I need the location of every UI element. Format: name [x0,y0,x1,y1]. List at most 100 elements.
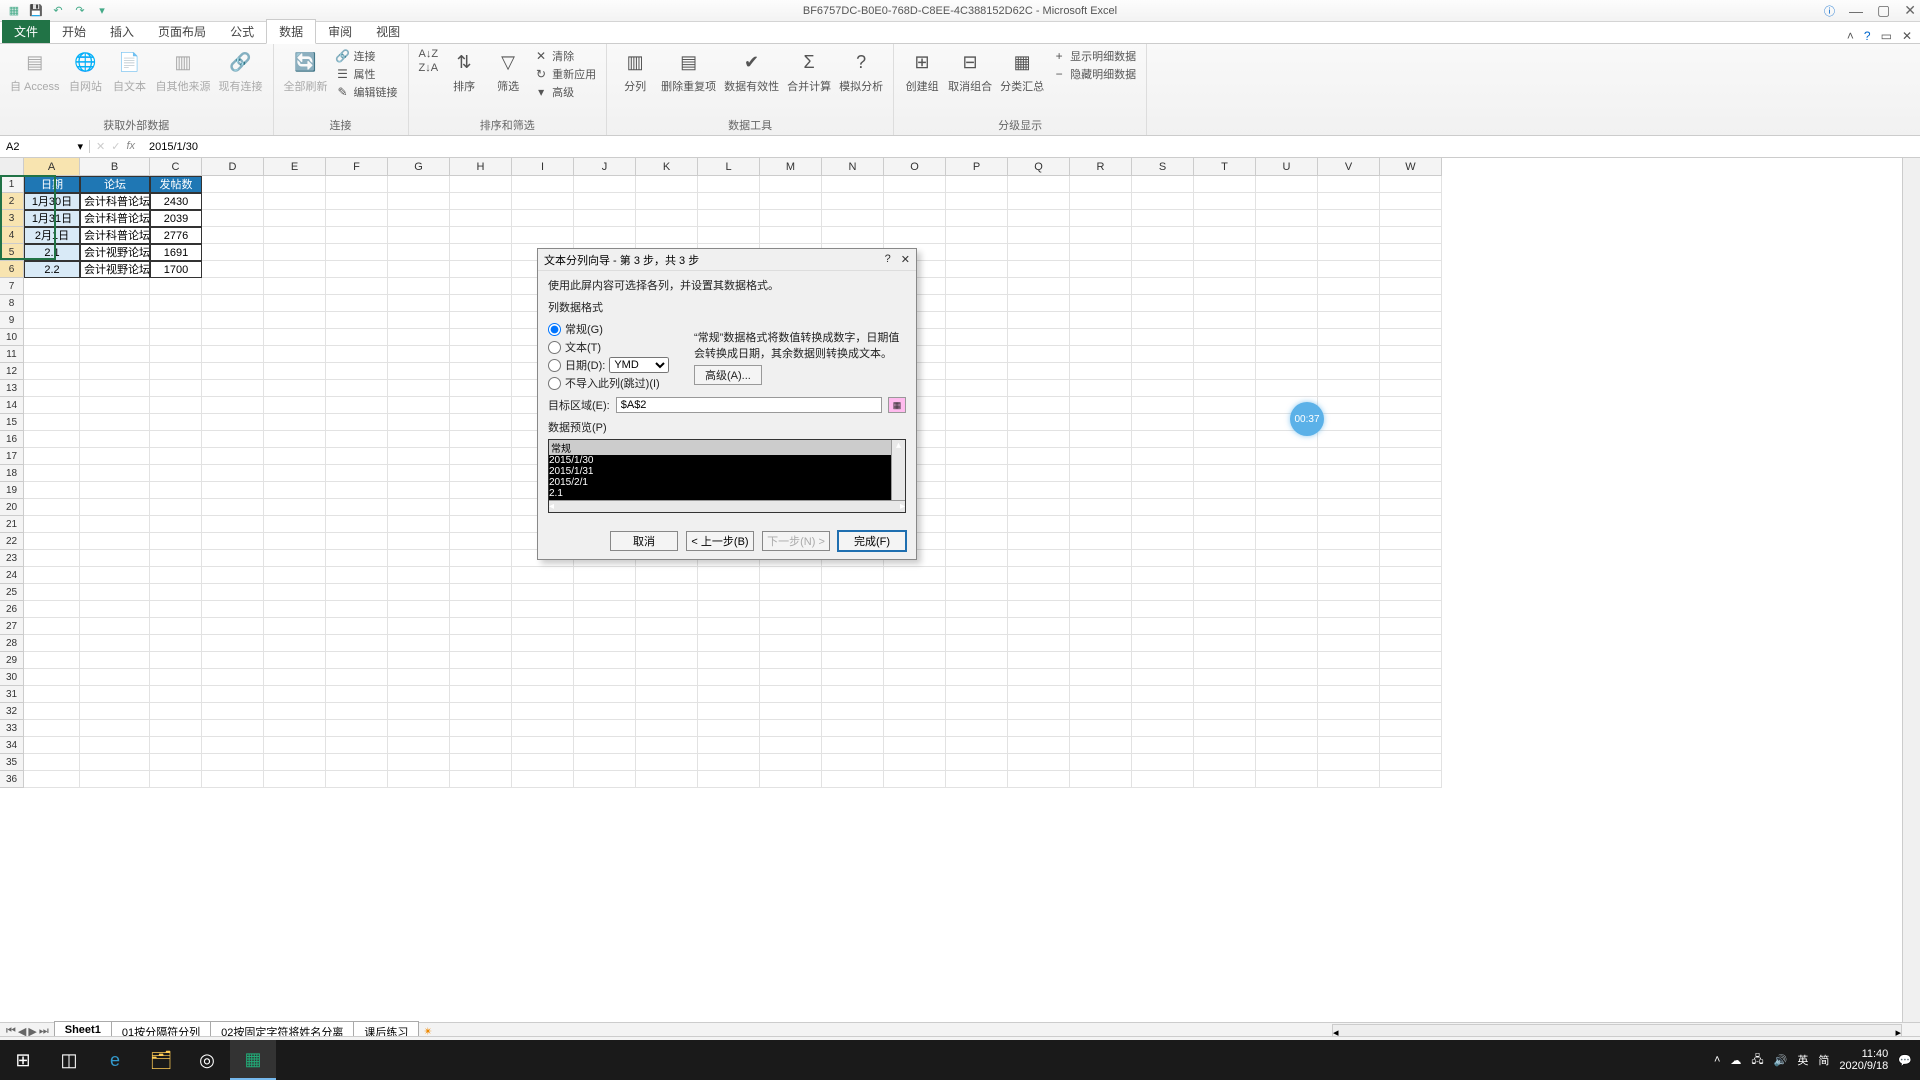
date-format-select[interactable]: YMD [609,357,669,373]
select-all-corner[interactable] [0,158,24,176]
cell[interactable] [202,312,264,329]
tray-clock[interactable]: 11:402020/9/18 [1839,1048,1888,1072]
filter-button[interactable]: ▽筛选 [490,48,526,94]
cell[interactable] [388,278,450,295]
cell[interactable] [450,414,512,431]
cell[interactable] [1318,193,1380,210]
cell[interactable] [388,363,450,380]
cell[interactable] [1256,584,1318,601]
cell[interactable] [1008,244,1070,261]
cell[interactable] [1256,499,1318,516]
cell[interactable] [264,499,326,516]
from-text-button[interactable]: 📄自文本 [112,48,148,94]
cell[interactable] [1318,669,1380,686]
cell[interactable] [1318,465,1380,482]
cell[interactable] [450,635,512,652]
cell[interactable] [574,720,636,737]
save-icon[interactable]: 💾 [28,3,44,19]
cell[interactable] [698,601,760,618]
cell[interactable] [822,686,884,703]
cell[interactable] [1132,193,1194,210]
cell[interactable] [1380,771,1442,788]
preview-hscroll[interactable]: ◂▸ [549,500,905,512]
cell[interactable] [1008,431,1070,448]
cell[interactable] [150,312,202,329]
cell[interactable] [1194,703,1256,720]
cell[interactable] [1256,618,1318,635]
cell[interactable] [1194,635,1256,652]
dialog-help-icon[interactable]: ? [885,253,891,266]
row-header[interactable]: 18 [0,465,24,482]
cell[interactable]: 会计科普论坛 [80,210,150,227]
cell[interactable] [1070,635,1132,652]
cell[interactable] [884,635,946,652]
row-header[interactable]: 17 [0,448,24,465]
row-header[interactable]: 32 [0,703,24,720]
cell[interactable] [202,516,264,533]
cell[interactable] [1132,601,1194,618]
cell[interactable] [326,737,388,754]
cell[interactable] [512,635,574,652]
cell[interactable] [946,278,1008,295]
cell[interactable] [574,584,636,601]
cell[interactable] [1318,176,1380,193]
cell[interactable] [1194,686,1256,703]
cell[interactable]: 2.1 [24,244,80,261]
cell[interactable] [1070,703,1132,720]
cell[interactable] [326,261,388,278]
cell[interactable] [264,380,326,397]
cell[interactable] [822,652,884,669]
cell[interactable] [24,567,80,584]
cell[interactable] [264,601,326,618]
cell[interactable] [264,618,326,635]
cell[interactable] [1380,431,1442,448]
cell[interactable] [388,431,450,448]
cell[interactable] [1256,363,1318,380]
name-box[interactable]: A2▾ [0,140,90,153]
cell[interactable] [202,329,264,346]
cell[interactable] [636,193,698,210]
radio-date[interactable] [548,359,561,372]
cell[interactable] [1318,754,1380,771]
cell[interactable] [698,652,760,669]
cell[interactable] [574,686,636,703]
cell[interactable] [760,618,822,635]
cell[interactable] [1132,465,1194,482]
cell[interactable] [450,312,512,329]
cell[interactable] [202,754,264,771]
cell[interactable] [1132,720,1194,737]
cell[interactable] [1256,567,1318,584]
cell[interactable] [946,601,1008,618]
cell[interactable] [1070,295,1132,312]
cell[interactable] [326,227,388,244]
cell[interactable] [80,329,150,346]
cell[interactable] [760,771,822,788]
row-header[interactable]: 5 [0,244,24,261]
cell[interactable] [150,278,202,295]
cell[interactable] [884,652,946,669]
cell[interactable] [1380,635,1442,652]
cell[interactable] [388,686,450,703]
cell[interactable] [1070,482,1132,499]
cell[interactable] [822,635,884,652]
cell[interactable] [24,601,80,618]
sort-desc-button[interactable]: Z↓A [419,62,439,74]
cell[interactable] [450,737,512,754]
cell[interactable] [326,669,388,686]
cell[interactable] [1256,346,1318,363]
cell[interactable] [698,669,760,686]
cell[interactable] [1008,176,1070,193]
row-header[interactable]: 30 [0,669,24,686]
cell[interactable] [264,261,326,278]
cell[interactable] [80,584,150,601]
cell[interactable] [760,737,822,754]
cell[interactable] [1380,482,1442,499]
cell[interactable] [264,482,326,499]
cell[interactable] [1194,210,1256,227]
cell[interactable] [264,686,326,703]
row-header[interactable]: 8 [0,295,24,312]
cell[interactable] [202,176,264,193]
row-header[interactable]: 16 [0,431,24,448]
cell[interactable] [1318,397,1380,414]
cell[interactable] [1380,584,1442,601]
